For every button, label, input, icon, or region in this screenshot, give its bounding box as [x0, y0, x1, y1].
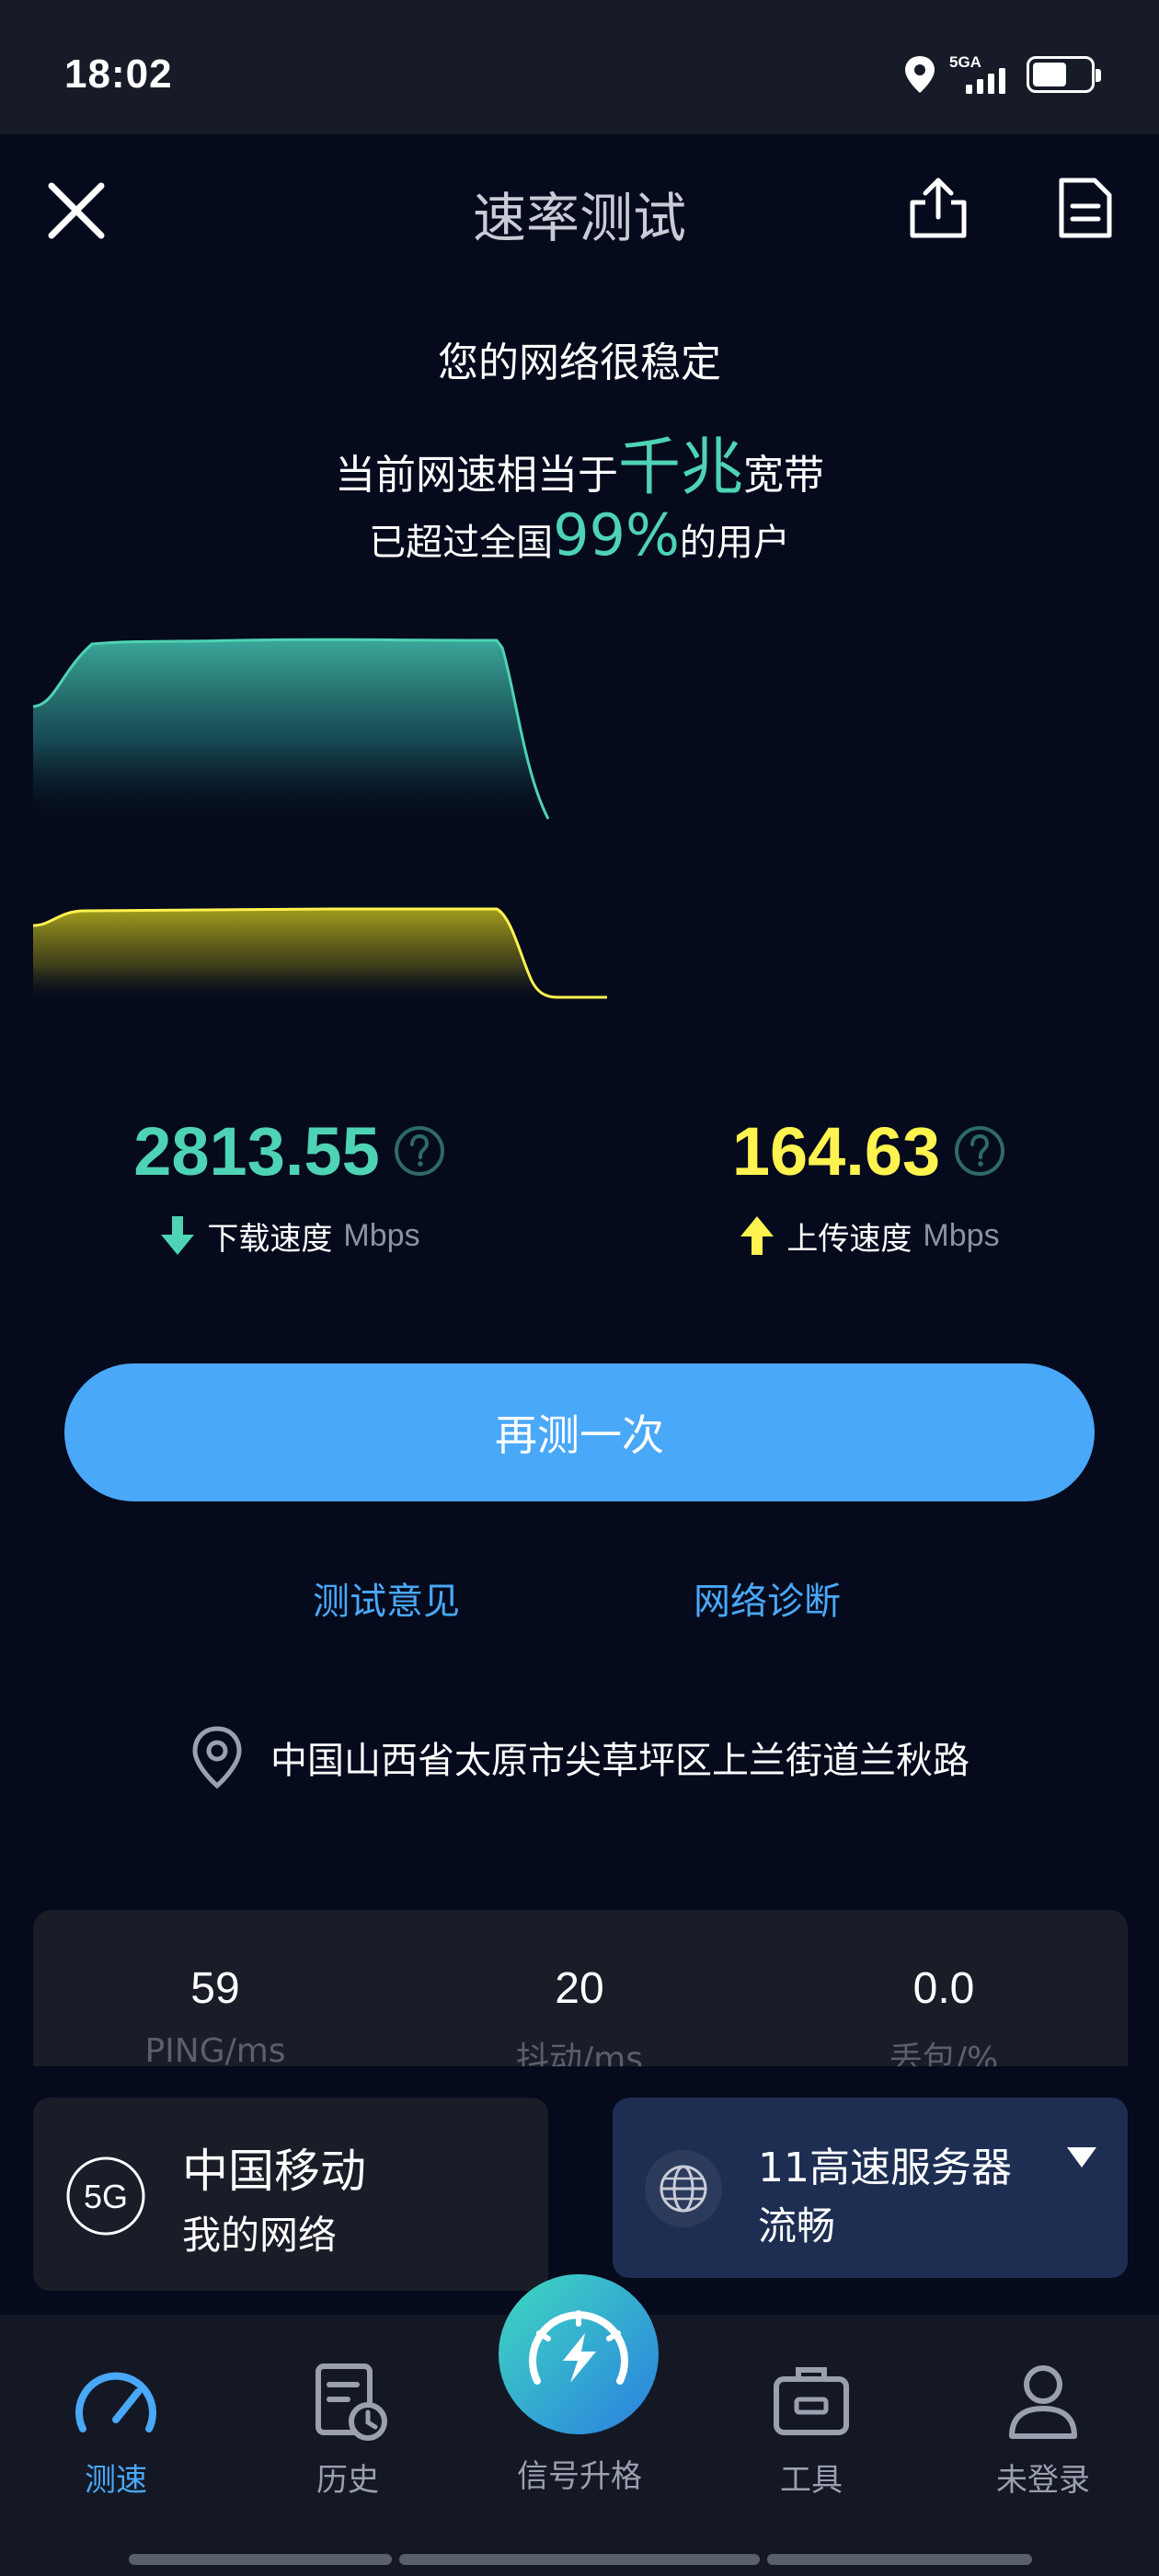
percentile-highlight: 99%: [553, 501, 680, 569]
packet-loss-value: 0.0: [912, 1964, 975, 2013]
help-icon[interactable]: [953, 1124, 1006, 1178]
help-icon[interactable]: [393, 1124, 446, 1178]
home-indicator: [767, 2554, 1032, 2565]
download-arrow-icon: [161, 1216, 195, 1255]
comparison-highlight: 千兆: [617, 431, 743, 504]
percentile-text: 已超过全国99%的用户: [0, 501, 1159, 569]
location-row: 中国山西省太原市尖草坪区上兰街道兰秋路: [0, 1720, 1159, 1794]
jitter-stat: 20 抖动/ms: [397, 1963, 762, 2066]
speedometer-icon: [75, 2372, 156, 2432]
comparison-prefix: 当前网速相当于: [334, 452, 618, 499]
download-result: 2813.55 下载速度 Mbps: [0, 1110, 580, 1259]
cellular-signal-icon: 5GA: [949, 53, 1014, 96]
share-icon[interactable]: [905, 175, 971, 241]
operator-name: 中国移动: [182, 2145, 366, 2198]
server-selector[interactable]: 11高速服务器 流畅: [613, 2098, 1128, 2278]
upload-unit: Mbps: [923, 1217, 1000, 1253]
report-document-icon[interactable]: [1052, 175, 1119, 241]
stability-text: 您的网络很稳定: [438, 339, 721, 386]
percentile-prefix: 已超过全国: [369, 522, 554, 564]
stats-card: 59 PING/ms 20 抖动/ms 0.0 丢包/%: [33, 1910, 1128, 2066]
upload-result: 164.63 上传速度 Mbps: [580, 1110, 1159, 1259]
server-status: 流畅: [758, 2203, 836, 2248]
nav-label-speedtest: 测速: [85, 2462, 147, 2499]
nav-label-login: 未登录: [996, 2462, 1090, 2499]
operator-card[interactable]: 5G 中国移动 我的网络: [33, 2098, 548, 2291]
nav-item-tools[interactable]: 工具: [729, 2355, 894, 2500]
home-indicator: [129, 2554, 392, 2565]
status-icons: 5GA: [903, 53, 1101, 96]
page-title: 速率测试: [472, 187, 686, 249]
globe-icon: [645, 2150, 722, 2227]
signal-boost-icon[interactable]: [497, 2272, 660, 2436]
toolbox-icon: [774, 2367, 849, 2435]
download-curve-area: [33, 639, 548, 828]
nav-label-tools: 工具: [780, 2462, 843, 2499]
battery-icon: [1027, 56, 1101, 93]
packet-loss-stat: 0.0 丢包/%: [762, 1963, 1126, 2066]
broadband-comparison: 当前网速相当于千兆宽带: [0, 416, 1159, 507]
comparison-suffix: 宽带: [743, 452, 824, 499]
ping-stat: 59 PING/ms: [33, 1963, 397, 2066]
status-time: 18:02: [64, 52, 173, 97]
speed-curve-chart: [32, 638, 607, 1005]
server-name: 11高速服务器: [758, 2145, 1012, 2191]
nav-item-speedtest[interactable]: 测速: [33, 2355, 199, 2500]
5g-badge-icon: 5G: [66, 2156, 145, 2236]
location-pin-icon: [905, 56, 935, 93]
history-icon: [316, 2363, 387, 2441]
chevron-down-icon[interactable]: [1063, 2144, 1100, 2171]
packet-loss-label: 丢包/%: [889, 2041, 999, 2066]
5g-badge-text: 5G: [84, 2178, 128, 2215]
test-feedback-link[interactable]: 测试意见: [313, 1571, 460, 1625]
location-pin-icon: [192, 1726, 242, 1789]
download-unit: Mbps: [343, 1217, 420, 1253]
download-label: 下载速度: [207, 1220, 333, 1258]
nav-item-login[interactable]: 未登录: [960, 2355, 1126, 2500]
ping-value: 59: [190, 1964, 240, 2013]
location-text: 中国山西省太原市尖草坪区上兰街道兰秋路: [270, 1740, 970, 1782]
nav-label-signal-boost[interactable]: 信号升格: [488, 2451, 671, 2496]
percentile-suffix: 的用户: [679, 522, 790, 564]
status-bar: 18:02 5GA: [0, 0, 1159, 134]
upload-label: 上传速度: [786, 1220, 912, 1258]
header: 速率测试: [0, 134, 1159, 286]
jitter-value: 20: [555, 1964, 604, 2013]
ping-label: PING/ms: [144, 2032, 286, 2066]
upload-arrow-icon: [740, 1216, 775, 1255]
retest-button[interactable]: 再测一次: [64, 1363, 1095, 1501]
nav-item-history[interactable]: 历史: [265, 2355, 430, 2500]
user-icon: [1009, 2365, 1077, 2439]
jitter-label: 抖动/ms: [516, 2041, 643, 2066]
home-indicator: [399, 2554, 760, 2565]
upload-speed-value: 164.63: [731, 1112, 941, 1190]
network-diagnosis-link[interactable]: 网络诊断: [694, 1571, 841, 1625]
nav-label-history: 历史: [316, 2462, 379, 2499]
download-speed-value: 2813.55: [133, 1112, 380, 1190]
operator-subtitle: 我的网络: [182, 2213, 338, 2258]
